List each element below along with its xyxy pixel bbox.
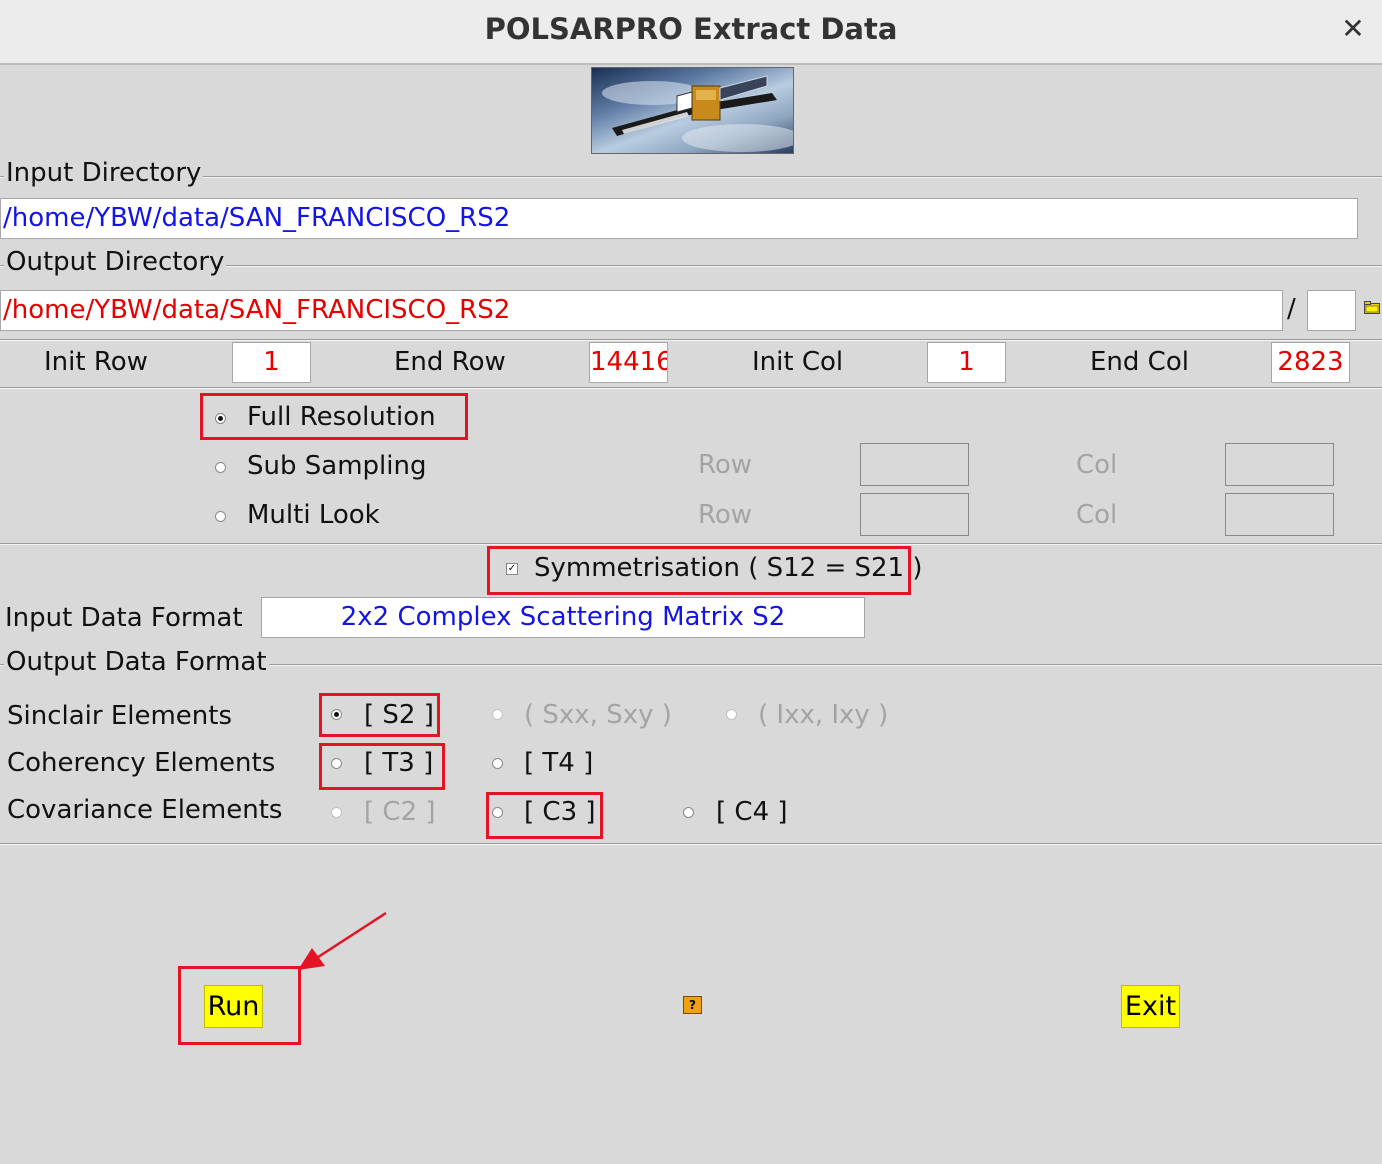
sxx-sxy-radio[interactable] [492,709,503,720]
annotation-arrow [298,911,387,970]
symmetrisation-label[interactable]: Symmetrisation ( S12 = S21 ) [534,553,923,583]
help-icon[interactable]: ? [683,996,702,1014]
full-resolution-label[interactable]: Full Resolution [247,402,436,432]
output-directory-separator: / [1287,294,1296,324]
output-directory-field[interactable]: /home/YBW/data/SAN_FRANCISCO_RS2 [0,290,1283,331]
sinclair-elements-label: Sinclair Elements [7,701,233,731]
input-data-format-label: Input Data Format [5,603,243,633]
ixx-ixy-radio[interactable] [726,709,737,720]
full-resolution-radio[interactable] [215,413,226,424]
c4-radio[interactable] [683,807,694,818]
multi-look-row-field[interactable] [860,493,969,536]
t4-label[interactable]: [ T4 ] [524,748,593,778]
c3-radio[interactable] [492,807,503,818]
multi-look-col-label: Col [1076,500,1118,530]
extent-divider-bottom [0,387,1382,389]
sub-sampling-row-label: Row [698,450,753,480]
s2-radio[interactable] [331,709,342,720]
end-col-field[interactable]: 2823 [1271,342,1350,383]
exit-button[interactable]: Exit [1121,985,1180,1028]
extent-divider-top [0,339,1382,341]
input-directory-label: Input Directory [4,158,204,188]
output-format-divider [0,843,1382,845]
input-directory-frame-line [0,176,1382,178]
multi-look-row-label: Row [698,500,753,530]
sub-sampling-col-field[interactable] [1225,443,1334,486]
t3-label[interactable]: [ T3 ] [364,748,433,778]
symmetrisation-checkbox[interactable]: ✓ [506,563,518,575]
run-button[interactable]: Run [204,985,263,1028]
output-subdir-field[interactable] [1307,290,1356,331]
sub-sampling-label[interactable]: Sub Sampling [247,451,426,481]
end-col-label: End Col [1090,347,1189,377]
end-row-field[interactable]: 14416 [589,342,668,383]
resolution-divider [0,543,1382,545]
c3-label[interactable]: [ C3 ] [524,797,596,827]
t4-radio[interactable] [492,758,503,769]
init-col-field[interactable]: 1 [927,342,1006,383]
covariance-elements-label: Covariance Elements [7,795,283,825]
init-row-field[interactable]: 1 [232,342,311,383]
output-data-format-label: Output Data Format [4,647,269,677]
coherency-elements-label: Coherency Elements [7,748,276,778]
end-row-label: End Row [394,347,506,377]
multi-look-col-field[interactable] [1225,493,1334,536]
c4-label[interactable]: [ C4 ] [716,797,788,827]
satellite-banner-image [591,67,794,154]
folder-icon[interactable] [1364,300,1380,315]
multi-look-radio[interactable] [215,511,226,522]
close-icon[interactable]: ✕ [1338,12,1368,46]
sub-sampling-row-field[interactable] [860,443,969,486]
s2-label[interactable]: [ S2 ] [364,700,434,730]
sub-sampling-radio[interactable] [215,462,226,473]
sub-sampling-col-label: Col [1076,450,1118,480]
t3-radio[interactable] [331,758,342,769]
init-row-label: Init Row [44,347,148,377]
input-data-format-field: 2x2 Complex Scattering Matrix S2 [261,597,865,638]
c2-label[interactable]: [ C2 ] [364,797,436,827]
init-col-label: Init Col [752,347,844,377]
output-directory-label: Output Directory [4,247,227,277]
c2-radio[interactable] [331,807,342,818]
window-title: POLSARPRO Extract Data [484,12,898,46]
input-directory-field[interactable]: /home/YBW/data/SAN_FRANCISCO_RS2 [0,198,1358,239]
multi-look-label[interactable]: Multi Look [247,500,380,530]
ixx-ixy-label[interactable]: ( Ixx, Ixy ) [758,700,888,730]
sxx-sxy-label[interactable]: ( Sxx, Sxy ) [524,700,672,730]
